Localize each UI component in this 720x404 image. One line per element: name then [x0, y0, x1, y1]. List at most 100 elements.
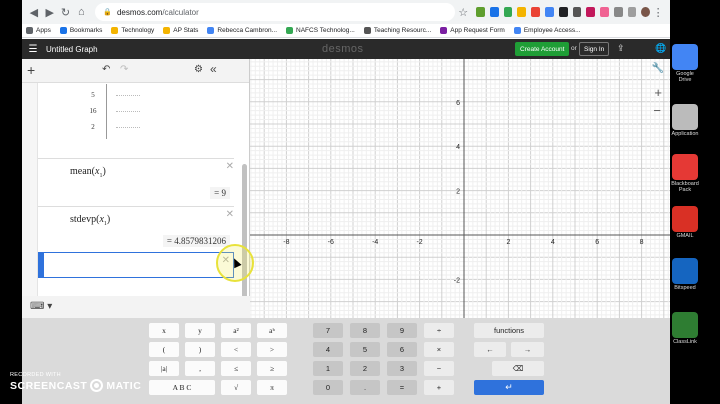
table-row[interactable]: 5 [64, 87, 224, 103]
bookmark-item[interactable]: AP Stats [163, 27, 198, 34]
delete-expression-icon[interactable]: ✕ [226, 161, 234, 172]
bookmark-star-icon[interactable]: ☆ [455, 3, 471, 21]
undo-icon[interactable]: ↶ [102, 64, 110, 75]
number-key-1-2[interactable]: 6 [387, 342, 417, 357]
right-arrow-key[interactable]: → [511, 342, 544, 357]
expression-mean[interactable]: mean(x1) ✕ = 9 [38, 158, 234, 206]
desktop-app-shortcut[interactable]: Bitspeed [670, 258, 700, 291]
key-1-3[interactable]: > [257, 342, 287, 357]
number-key-1-3[interactable]: × [424, 342, 454, 357]
desktop-app-shortcut[interactable]: Google Drive [670, 44, 700, 83]
desktop-app-shortcut[interactable]: Application [670, 104, 700, 137]
backspace-key[interactable]: ⌫ [492, 361, 544, 376]
address-bar[interactable]: 🔒 desmos.com/calculator [95, 3, 456, 21]
collapse-panel-icon[interactable]: « [210, 62, 217, 76]
key-0-3[interactable]: aᵇ [257, 323, 287, 338]
extension-icon[interactable] [558, 7, 568, 17]
key-3-1[interactable]: √ [221, 380, 251, 395]
extension-icon[interactable] [517, 7, 527, 17]
avatar[interactable] [641, 7, 651, 17]
extension-icon[interactable] [489, 7, 499, 17]
bookmark-item[interactable]: Teaching Resourc... [363, 27, 431, 34]
key-3-2[interactable]: π [257, 380, 287, 395]
key-1-2[interactable]: < [221, 342, 251, 357]
extension-icon[interactable] [627, 7, 637, 17]
active-expression-input[interactable]: ✕ [38, 252, 234, 278]
key-1-1[interactable]: ) [185, 342, 215, 357]
add-expression-button[interactable]: + [27, 62, 35, 78]
number-key-2-2[interactable]: 3 [387, 361, 417, 376]
graph-title[interactable]: Untitled Graph [46, 45, 98, 54]
number-key-0-0[interactable]: 7 [313, 323, 343, 338]
share-icon[interactable]: ⇪ [617, 43, 625, 54]
browser-menu-icon[interactable]: ⋮ [650, 3, 666, 21]
key-2-1[interactable]: , [185, 361, 215, 376]
globe-icon[interactable]: 🌐 [655, 43, 666, 54]
key-0-2[interactable]: a² [221, 323, 251, 338]
number-key-0-2[interactable]: 9 [387, 323, 417, 338]
graph-paper[interactable]: -10-8-6-4-2246810642-2-4 🔧 + − [250, 59, 670, 319]
gear-icon[interactable]: ⚙ [194, 64, 203, 75]
table-cell-empty[interactable] [116, 95, 140, 96]
bookmark-item[interactable]: Rebecca Cambron... [207, 27, 277, 34]
table-row[interactable]: 2 [64, 119, 224, 135]
left-arrow-key[interactable]: ← [474, 342, 506, 357]
table-cell[interactable]: 16 [86, 107, 100, 115]
expression-stdevp[interactable]: stdevp(x1) ✕ = 4.8579831206 [38, 206, 234, 252]
graph-grid[interactable]: -10-8-6-4-2246810642-2-4 [250, 59, 670, 319]
key-0-1[interactable]: y [185, 323, 215, 338]
bookmark-item[interactable]: NAFCS Technolog... [286, 27, 355, 34]
number-key-1-0[interactable]: 4 [313, 342, 343, 357]
table-cell-empty[interactable] [116, 127, 140, 128]
table-cell-empty[interactable] [116, 111, 140, 112]
redo-icon[interactable]: ↷ [120, 64, 128, 75]
extension-icon[interactable] [572, 7, 582, 17]
zoom-in-button[interactable]: + [654, 85, 662, 100]
table-row[interactable]: 16 [64, 103, 224, 119]
extension-icon[interactable] [600, 7, 609, 17]
number-key-0-3[interactable]: ÷ [424, 323, 454, 338]
extension-icon[interactable] [613, 7, 623, 17]
number-key-0-1[interactable]: 8 [350, 323, 380, 338]
key-1-0[interactable]: ( [149, 342, 179, 357]
reload-icon[interactable]: ↻ [58, 3, 74, 21]
bookmark-item[interactable]: Technology [111, 27, 154, 34]
number-key-1-1[interactable]: 5 [350, 342, 380, 357]
hamburger-menu-icon[interactable]: ☰ [22, 44, 44, 55]
table-cell[interactable]: 2 [86, 123, 100, 131]
bookmark-item[interactable]: App Request Form [440, 27, 505, 34]
key-0-0[interactable]: x [149, 323, 179, 338]
extension-icon[interactable] [503, 7, 513, 17]
key-2-3[interactable]: ≥ [257, 361, 287, 376]
bookmark-item[interactable]: Apps [26, 27, 51, 34]
forward-icon[interactable]: ▶ [42, 3, 58, 21]
number-key-3-3[interactable]: + [424, 380, 454, 395]
back-icon[interactable]: ◀ [26, 3, 42, 21]
create-account-button[interactable]: Create Account [515, 42, 570, 56]
bookmark-item[interactable]: Employee Access... [513, 27, 581, 34]
number-key-2-1[interactable]: 2 [350, 361, 380, 376]
sign-in-button[interactable]: Sign In [579, 42, 610, 56]
extension-icon[interactable] [544, 7, 554, 17]
keyboard-icon[interactable]: ⌨ ▾ [30, 301, 52, 312]
number-key-2-3[interactable]: − [424, 361, 454, 376]
extension-icon[interactable] [476, 7, 485, 17]
bookmark-item[interactable]: Bookmarks [59, 27, 102, 34]
extension-icon[interactable] [586, 7, 596, 17]
extension-icon[interactable] [531, 7, 540, 17]
desktop-app-shortcut[interactable]: Blackboard Pack [670, 154, 700, 193]
number-key-2-0[interactable]: 1 [313, 361, 343, 376]
expression-scrollbar[interactable] [242, 164, 247, 314]
desktop-app-shortcut[interactable]: GMAIL [670, 206, 700, 239]
number-key-3-2[interactable]: = [387, 380, 417, 395]
key-3-0[interactable]: A B C [149, 380, 215, 395]
functions-button[interactable]: functions [474, 323, 544, 338]
key-2-0[interactable]: |a| [149, 361, 179, 376]
table-cell[interactable]: 5 [86, 91, 100, 99]
enter-key[interactable]: ↵ [474, 380, 544, 395]
delete-expression-icon[interactable]: ✕ [226, 209, 234, 220]
wrench-icon[interactable]: 🔧 [652, 63, 664, 74]
home-icon[interactable]: ⌂ [73, 3, 89, 21]
key-2-2[interactable]: ≤ [221, 361, 251, 376]
number-key-3-0[interactable]: 0 [313, 380, 343, 395]
